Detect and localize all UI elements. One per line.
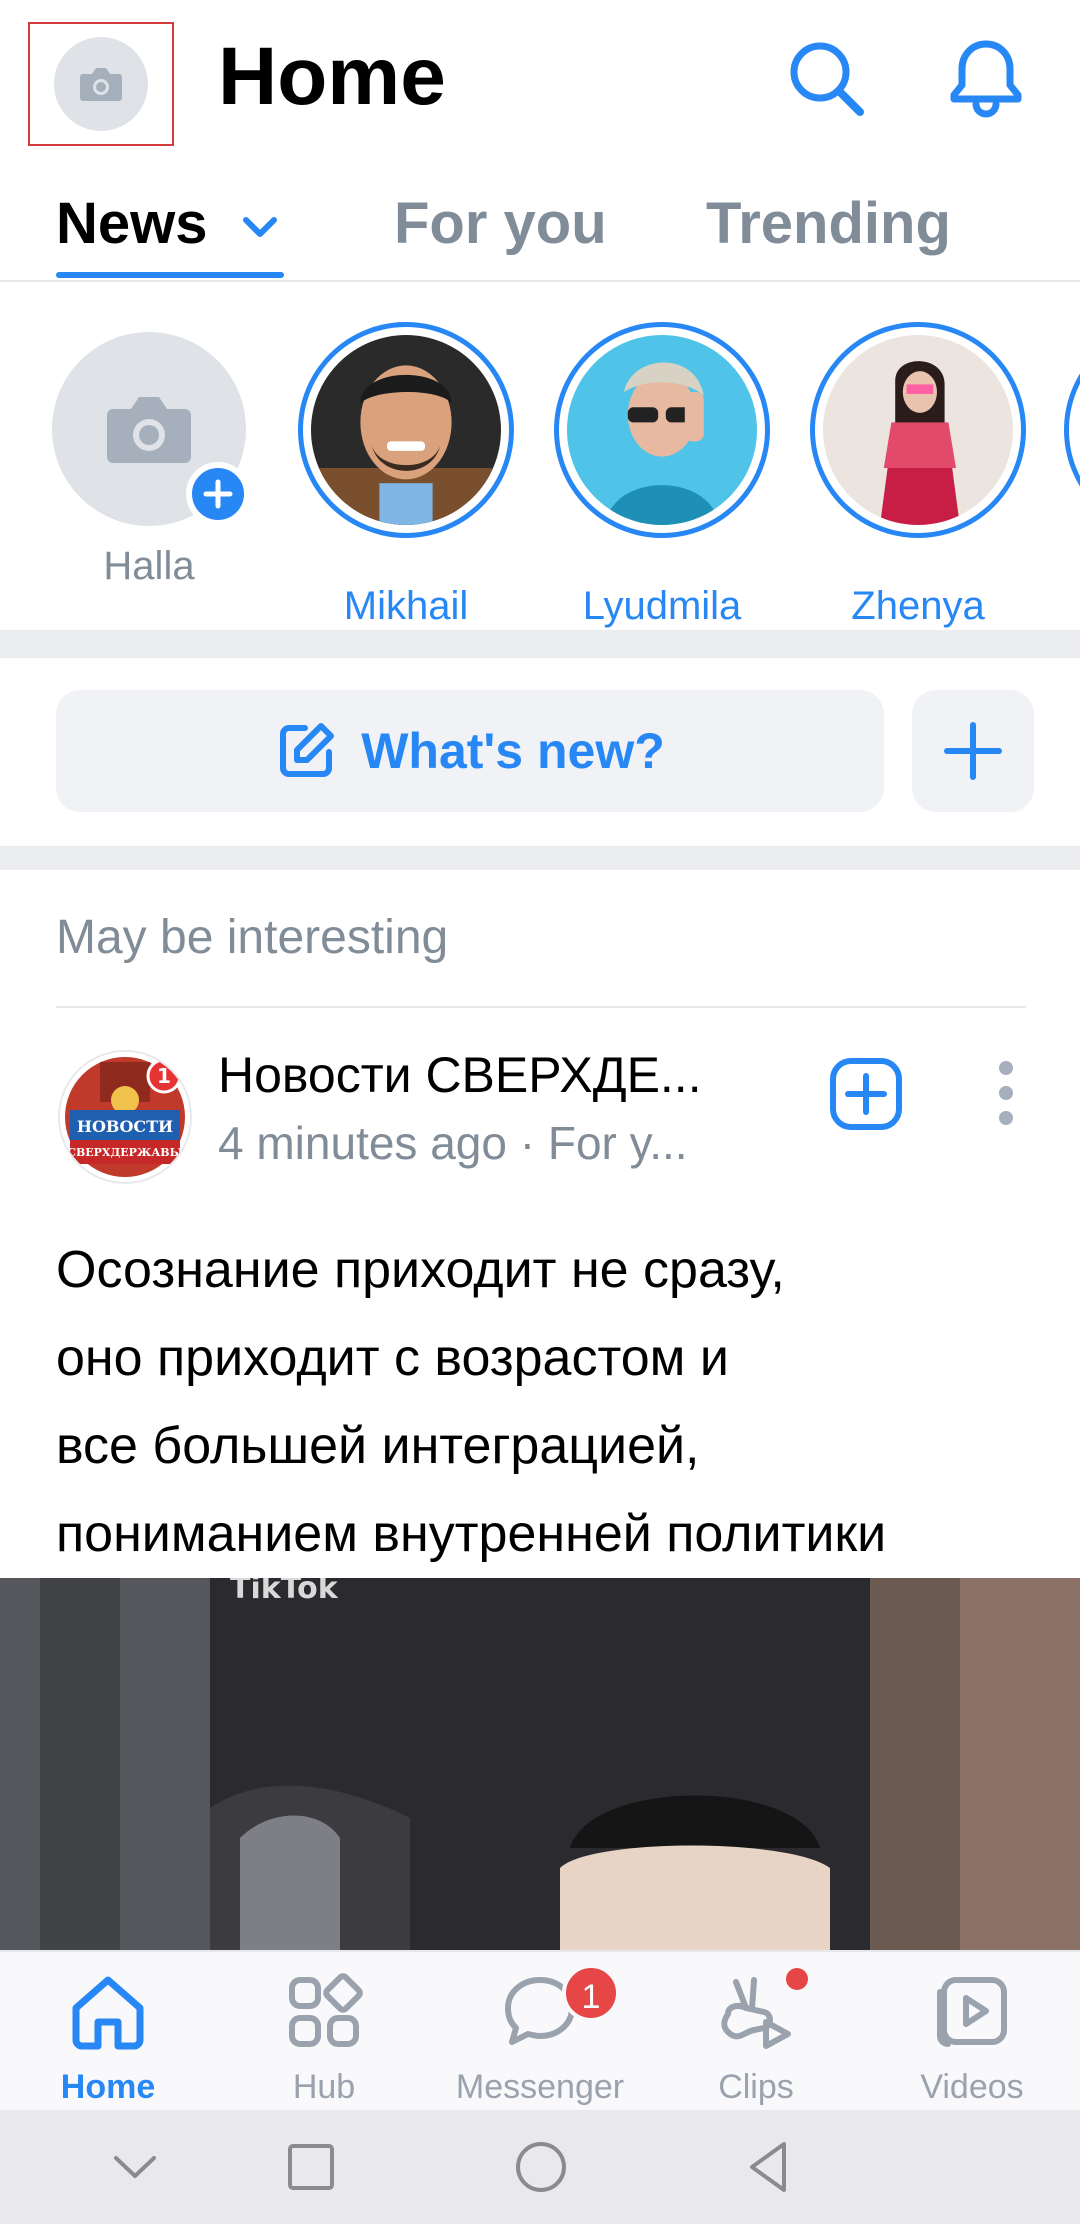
create-post-button[interactable] <box>912 690 1034 812</box>
chevron-down-icon[interactable] <box>102 2134 168 2200</box>
story-ring <box>554 322 770 538</box>
nav-messenger[interactable]: 1 Messenger <box>440 1964 640 2110</box>
story-ring <box>810 322 1026 538</box>
whats-new-label: What's new? <box>361 723 665 779</box>
post-text-line: оно приходит с возрастом и <box>56 1329 729 1387</box>
avatar-photo <box>311 335 501 525</box>
plus-icon <box>944 722 1002 780</box>
logo-text-2: СВЕРХДЕРЖАВЫ <box>67 1146 183 1159</box>
feed-tabs: News For you Trending <box>0 170 1080 282</box>
home-button-icon[interactable] <box>508 2134 574 2200</box>
tab-news[interactable]: News <box>56 190 208 257</box>
video-frame: TikTok <box>0 1578 1080 1958</box>
nav-label: Messenger <box>455 2068 625 2106</box>
new-content-dot <box>786 1968 808 1990</box>
post-author-name[interactable]: Новости СВЕРХДЕ... <box>218 1046 702 1104</box>
nav-label: Videos <box>920 2068 1024 2106</box>
recents-icon[interactable] <box>278 2134 344 2200</box>
section-title: May be interesting <box>56 911 449 964</box>
nav-label: Clips <box>718 2068 794 2106</box>
avatar <box>54 37 148 131</box>
search-icon <box>790 42 864 116</box>
home-icon <box>72 1976 144 2050</box>
video-icon <box>937 1977 1007 2047</box>
story-name: Zhenya <box>851 584 985 628</box>
chevron-down-icon[interactable] <box>242 214 278 240</box>
avatar-photo <box>567 335 757 525</box>
nav-label: Hub <box>292 2068 356 2106</box>
post-text-line: пониманием внутренней политики <box>56 1505 887 1563</box>
stories-row: Mikhail Lyudmila Zhenya <box>0 282 1080 630</box>
avatar-photo <box>823 335 1013 525</box>
section-divider <box>0 846 1080 870</box>
post-text-line: Осознание приходит не сразу, <box>56 1241 785 1299</box>
header: Home <box>0 0 1080 160</box>
nav-home[interactable]: Home <box>8 1970 208 2110</box>
story-name: Mikhail <box>343 584 469 628</box>
unread-badge: 1 <box>562 1964 620 2022</box>
nav-hub[interactable]: Hub <box>224 1970 424 2110</box>
tab-trending[interactable]: Trending <box>706 190 951 257</box>
story-avatar <box>567 335 757 525</box>
logo-text-1: НОВОСТИ <box>77 1117 173 1136</box>
nav-clips[interactable]: Clips <box>656 1968 856 2110</box>
channel-logo: НОВОСТИ СВЕРХДЕРЖАВЫ 1 <box>60 1052 190 1182</box>
post-video[interactable]: TikTok <box>0 1578 1080 1958</box>
bottom-navigation: Home Hub 1 Messenger Clips Videos <box>0 1950 1080 2110</box>
grid-icon <box>289 1973 363 2047</box>
profile-avatar-button[interactable] <box>28 22 174 146</box>
subscribe-icon[interactable] <box>828 1056 904 1132</box>
divider <box>56 1006 1026 1008</box>
story-avatar <box>311 335 501 525</box>
section-divider <box>0 630 1080 658</box>
page-title: Home <box>218 31 446 122</box>
post-author-avatar[interactable]: НОВОСТИ СВЕРХДЕРЖАВЫ 1 <box>58 1050 192 1184</box>
post-meta: 4 minutes ago · For y... <box>218 1117 688 1169</box>
system-navigation-bar <box>0 2110 1080 2224</box>
story-ring <box>298 322 514 538</box>
nav-videos[interactable]: Videos <box>872 1970 1072 2110</box>
notifications-button[interactable] <box>944 36 1028 120</box>
search-button[interactable] <box>784 36 868 120</box>
camera-icon <box>80 68 122 101</box>
post-text: Осознание приходит не сразу, оно приходи… <box>56 1226 1046 1578</box>
story-name: Lyudmila <box>582 584 742 628</box>
story-avatar <box>823 335 1013 525</box>
post-text-line: все большей интеграцией, <box>56 1417 700 1475</box>
active-tab-indicator <box>56 272 284 278</box>
tab-for-you[interactable]: For you <box>394 190 607 257</box>
bell-icon <box>950 40 1022 118</box>
logo-badge: 1 <box>157 1064 171 1088</box>
nav-label: Home <box>60 2068 156 2106</box>
back-icon[interactable] <box>736 2134 802 2200</box>
home-screen: Home News For you Trending Halla Mikhail… <box>0 0 1080 2224</box>
whats-new-button[interactable]: What's new? <box>56 690 884 812</box>
video-watermark: TikTok <box>230 1578 339 1606</box>
more-options-icon[interactable] <box>996 1060 1016 1126</box>
story-ring <box>1064 322 1080 538</box>
edit-icon <box>280 723 335 777</box>
clips-icon <box>721 1977 791 2049</box>
